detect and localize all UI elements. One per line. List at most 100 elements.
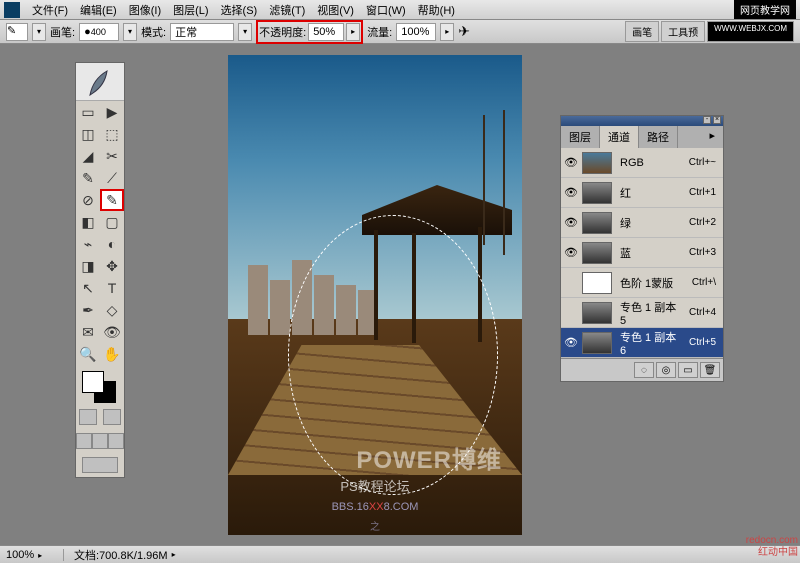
tool-10-1[interactable]: 👁 [100,321,124,343]
foreground-color[interactable] [82,371,104,393]
tool-4-0[interactable]: ⊘ [76,189,100,211]
channel-row[interactable]: 👁专色 1 副本 6Ctrl+5 [561,328,723,358]
panel-titlebar[interactable]: - × [561,116,723,126]
status-menu-icon[interactable]: ▸ [172,550,176,559]
tool-8-1[interactable]: T [100,277,124,299]
mode-dropdown[interactable]: ▾ [238,23,252,41]
channel-shortcut: Ctrl+3 [689,247,720,258]
tab-channels[interactable]: 通道 [600,126,639,148]
tool-8-0[interactable]: ↖ [76,277,100,299]
document-size[interactable]: 文档:700.8K/1.96M [64,547,168,563]
flow-input[interactable]: 100% [396,23,436,41]
brush-label: 画笔: [50,24,75,40]
tool-6-1[interactable]: ◐ [100,233,124,255]
zoom-level[interactable]: 100%▸ [0,549,64,561]
delete-channel-icon[interactable]: 🗑 [700,362,720,378]
edit-mode-quickmask[interactable] [103,409,121,425]
airbrush-icon[interactable]: ✈ [458,23,470,40]
tool-6-0[interactable]: ⌁ [76,233,100,255]
menu-select[interactable]: 选择(S) [215,2,264,18]
brushes-palette-tab[interactable]: 画笔 [625,21,659,42]
visibility-eye-icon[interactable]: 👁 [564,156,578,170]
current-tool-icon[interactable]: ✎ [6,23,28,41]
channel-name: 红 [616,185,685,201]
tool-10-0[interactable]: ✉ [76,321,100,343]
channel-row[interactable]: 👁绿Ctrl+2 [561,208,723,238]
save-selection-icon[interactable]: ◎ [656,362,676,378]
channel-row[interactable]: 👁 蓝 Ctrl+3 [561,238,723,268]
flow-dropdown[interactable]: ▸ [440,23,454,41]
panel-minimize-icon[interactable]: - [703,116,711,124]
tool-5-0[interactable]: ◧ [76,211,100,233]
panel-menu-icon[interactable]: ▸ [701,126,723,148]
brush-dropdown[interactable]: ▾ [123,23,137,41]
tool-2-1[interactable]: ✂ [100,145,124,167]
visibility-eye-icon[interactable]: 👁 [564,336,578,350]
channel-row[interactable]: 👁RGBCtrl+~ [561,148,723,178]
menu-window[interactable]: 窗口(W) [360,2,412,18]
opacity-input[interactable]: 50% [308,23,344,41]
tool-11-0[interactable]: 🔍 [76,343,100,365]
tool-9-1[interactable]: ◇ [100,299,124,321]
tool-7-1[interactable]: ✥ [100,255,124,277]
menu-layer[interactable]: 图层(L) [167,2,214,18]
tool-4-1[interactable]: ✎ [100,189,124,211]
tool-preset-dropdown[interactable]: ▾ [32,23,46,41]
channel-name: RGB [616,157,685,169]
channel-shortcut: Ctrl+1 [689,187,720,198]
mode-select[interactable]: 正常 [170,23,234,41]
visibility-eye-icon[interactable] [564,306,578,320]
tool-1-0[interactable]: ◫ [76,123,100,145]
tool-9-0[interactable]: ✒ [76,299,100,321]
load-selection-icon[interactable]: ◌ [634,362,654,378]
tool-3-1[interactable]: ⟋ [100,167,124,189]
visibility-eye-icon[interactable]: 👁 [564,216,578,230]
channel-row[interactable]: 色阶 1蒙版Ctrl+\ [561,268,723,298]
options-bar: ✎ ▾ 画笔: ● 400 ▾ 模式: 正常 ▾ 不透明度: 50% ▸ 流量:… [0,20,800,44]
screen-mode-1[interactable] [76,433,92,449]
tool-1-1[interactable]: ⬚ [100,123,124,145]
tool-0-0[interactable]: ▭ [76,101,100,123]
channel-name: 专色 1 副本 5 [616,299,685,327]
visibility-eye-icon[interactable]: 👁 [564,186,578,200]
opacity-label: 不透明度: [259,24,306,40]
menu-image[interactable]: 图像(I) [123,2,167,18]
document-canvas[interactable]: POWER博维 PS教程论坛 BBS.16XX8.COM 之 [228,55,522,535]
panel-close-icon[interactable]: × [713,116,721,124]
opacity-highlight: 不透明度: 50% ▸ [256,20,363,44]
flow-label: 流量: [367,24,392,40]
tool-7-0[interactable]: ◨ [76,255,100,277]
menu-filter[interactable]: 滤镜(T) [263,2,311,18]
channel-shortcut: Ctrl+5 [689,337,720,348]
jump-to-imageready[interactable] [82,457,118,473]
opacity-dropdown[interactable]: ▸ [346,23,360,41]
brush-preview[interactable]: ● 400 [79,23,119,41]
screen-mode-2[interactable] [92,433,108,449]
new-channel-icon[interactable]: ▭ [678,362,698,378]
visibility-eye-icon[interactable] [564,276,578,290]
tool-11-1[interactable]: ✋ [100,343,124,365]
tab-layers[interactable]: 图层 [561,126,600,148]
tool-presets-tab[interactable]: 工具预 [661,21,705,42]
channel-thumbnail [582,332,612,354]
toolbox-handle[interactable] [76,63,124,101]
edit-mode-standard[interactable] [79,409,97,425]
tool-5-1[interactable]: ▢ [100,211,124,233]
menu-edit[interactable]: 编辑(E) [74,2,123,18]
channel-name: 绿 [616,215,685,231]
channel-name: 蓝 [616,245,685,261]
tab-paths[interactable]: 路径 [639,126,678,148]
screen-mode-3[interactable] [108,433,124,449]
channel-thumbnail [582,212,612,234]
tool-0-1[interactable]: ▶ [100,101,124,123]
channel-row[interactable]: 专色 1 副本 5Ctrl+4 [561,298,723,328]
menu-help[interactable]: 帮助(H) [412,2,461,18]
channel-thumbnail [582,152,612,174]
tool-3-0[interactable]: ✎ [76,167,100,189]
visibility-eye-icon[interactable]: 👁 [564,246,578,260]
menu-view[interactable]: 视图(V) [311,2,360,18]
image-watermark-extra: 之 [370,518,380,533]
channel-row[interactable]: 👁 红 Ctrl+1 [561,178,723,208]
menu-file[interactable]: 文件(F) [26,2,74,18]
tool-2-0[interactable]: ◢ [76,145,100,167]
